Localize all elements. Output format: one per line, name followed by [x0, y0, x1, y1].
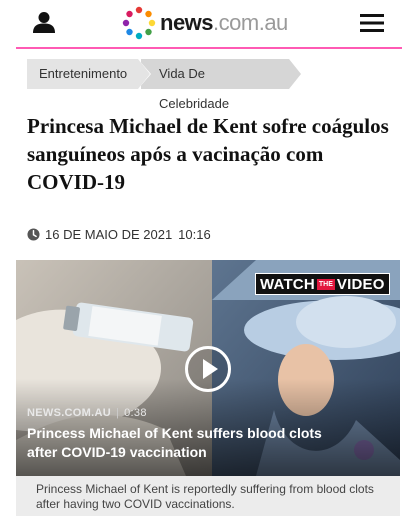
article-dateline: 16 DE MAIO DE 2021 10:16 [27, 226, 211, 242]
video-meta-separator: | [115, 407, 120, 419]
play-icon [203, 359, 218, 379]
article-date: 16 DE MAIO DE 2021 [45, 226, 173, 242]
video-source: NEWS.COM.AU [27, 407, 111, 419]
breadcrumb: Entretenimento Vida De Celebridade [27, 59, 301, 111]
site-header: news .com.au [0, 0, 416, 49]
play-button[interactable] [185, 346, 231, 392]
badge-watch-text: WATCH [260, 275, 315, 293]
breadcrumb-item-vida-de-celebridade[interactable]: Vida De Celebridade [141, 59, 301, 111]
menu-icon[interactable] [360, 13, 384, 33]
article-headline: Princesa Michael de Kent sofre coágulos … [27, 114, 389, 194]
breadcrumb-label: Vida De Celebridade [159, 66, 230, 111]
watch-the-video-badge: WATCH THE VIDEO [255, 273, 390, 295]
video-meta: NEWS.COM.AU | 0:38 [27, 407, 147, 419]
logo-domain-text: .com.au [213, 10, 288, 35]
video-player[interactable]: WATCH THE VIDEO NEWS.COM.AU | 0:38 Princes… [16, 260, 400, 476]
article-time: 10:16 [178, 226, 211, 242]
clock-icon [27, 227, 40, 241]
breadcrumb-item-entretenimento[interactable]: Entretenimento [27, 59, 151, 89]
site-logo[interactable]: news .com.au [122, 6, 288, 40]
video-duration: 0:38 [124, 407, 147, 419]
breadcrumb-label: Entretenimento [39, 66, 128, 81]
badge-the-text: THE [316, 278, 335, 290]
breadcrumb-separator [138, 59, 151, 89]
badge-video-text: VIDEO [336, 275, 385, 293]
logo-news-text: news [160, 10, 214, 35]
user-icon[interactable] [32, 10, 56, 34]
header-accent-line [16, 47, 402, 49]
logo-dots-icon [122, 6, 156, 40]
video-title[interactable]: Princess Michael of Kent suffers blood c… [27, 424, 347, 462]
video-caption: Princess Michael of Kent is reportedly s… [16, 476, 400, 516]
